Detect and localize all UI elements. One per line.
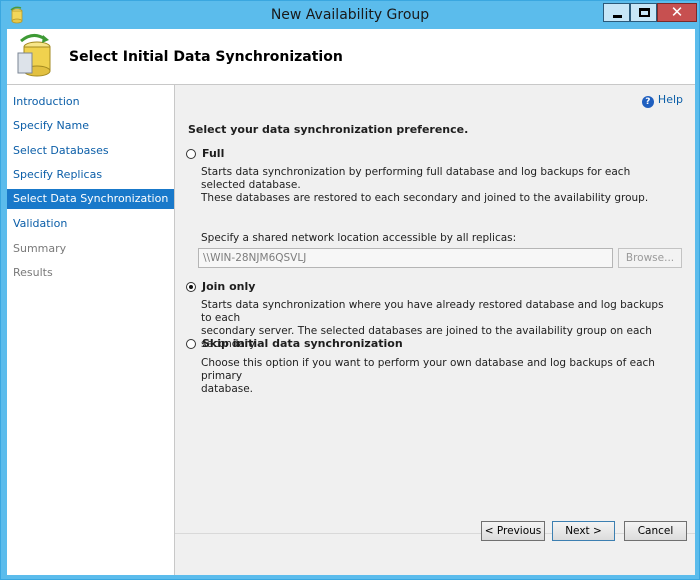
nav-item-specify-replicas[interactable]: Specify Replicas [7, 165, 174, 185]
wizard-nav: Introduction Specify Name Select Databas… [7, 85, 175, 575]
nav-item-summary: Summary [13, 242, 67, 255]
join-only-option-label[interactable]: Join only [202, 280, 255, 293]
full-radio[interactable] [186, 149, 196, 159]
skip-radio[interactable] [186, 339, 196, 349]
skip-description-line1: Choose this option if you want to perfor… [201, 357, 655, 382]
radio-selected-dot [189, 285, 193, 289]
nav-item-validation[interactable]: Validation [7, 214, 174, 234]
wizard-client-area: Select Initial Data Synchronization Intr… [7, 29, 695, 575]
next-button[interactable]: Next > [552, 521, 615, 541]
maximize-icon [639, 8, 650, 17]
nav-item-introduction[interactable]: Introduction [7, 92, 174, 112]
nav-item-results: Results [13, 266, 53, 279]
database-sync-icon [17, 34, 51, 77]
preference-label: Select your data synchronization prefere… [188, 123, 469, 136]
skip-description: Choose this option if you want to perfor… [201, 357, 676, 396]
help-link[interactable]: ? Help [641, 93, 683, 108]
minimize-icon [613, 15, 622, 18]
full-option-label[interactable]: Full [202, 147, 224, 160]
maximize-button[interactable] [630, 3, 657, 22]
minimize-button[interactable] [603, 3, 630, 22]
nav-item-select-databases[interactable]: Select Databases [7, 141, 174, 161]
window-title: New Availability Group [270, 7, 430, 23]
shared-location-input[interactable] [198, 248, 613, 268]
help-label: Help [657, 93, 683, 106]
wizard-window: New Availability Group ✕ Select Initial … [0, 0, 700, 580]
main-panel: ? Help Select your data synchronization p… [175, 85, 695, 575]
join-only-description-line1: Starts data synchronization where you ha… [201, 299, 664, 324]
browse-button[interactable]: Browse... [618, 248, 682, 268]
nav-item-specify-name[interactable]: Specify Name [7, 116, 174, 136]
footer-divider [175, 533, 695, 534]
skip-option-label[interactable]: Skip initial data synchronization [202, 337, 403, 350]
shared-location-label: Specify a shared network location access… [201, 232, 517, 244]
skip-description-line2: database. [201, 383, 254, 395]
title-bar[interactable]: New Availability Group ✕ [1, 1, 699, 29]
cancel-button[interactable]: Cancel [624, 521, 687, 541]
full-description: Starts data synchronization by performin… [201, 166, 676, 205]
full-description-line2: These databases are restored to each sec… [201, 192, 649, 204]
page-title: Select Initial Data Synchronization [69, 49, 343, 65]
nav-item-select-data-synchronization[interactable]: Select Data Synchronization [7, 189, 174, 209]
close-button[interactable]: ✕ [657, 3, 697, 22]
previous-button[interactable]: < Previous [481, 521, 545, 541]
help-icon: ? [641, 96, 654, 108]
wizard-header: Select Initial Data Synchronization [7, 29, 695, 85]
join-only-radio[interactable] [186, 282, 196, 292]
close-icon: ✕ [670, 3, 684, 21]
full-description-line1: Starts data synchronization by performin… [201, 166, 631, 191]
